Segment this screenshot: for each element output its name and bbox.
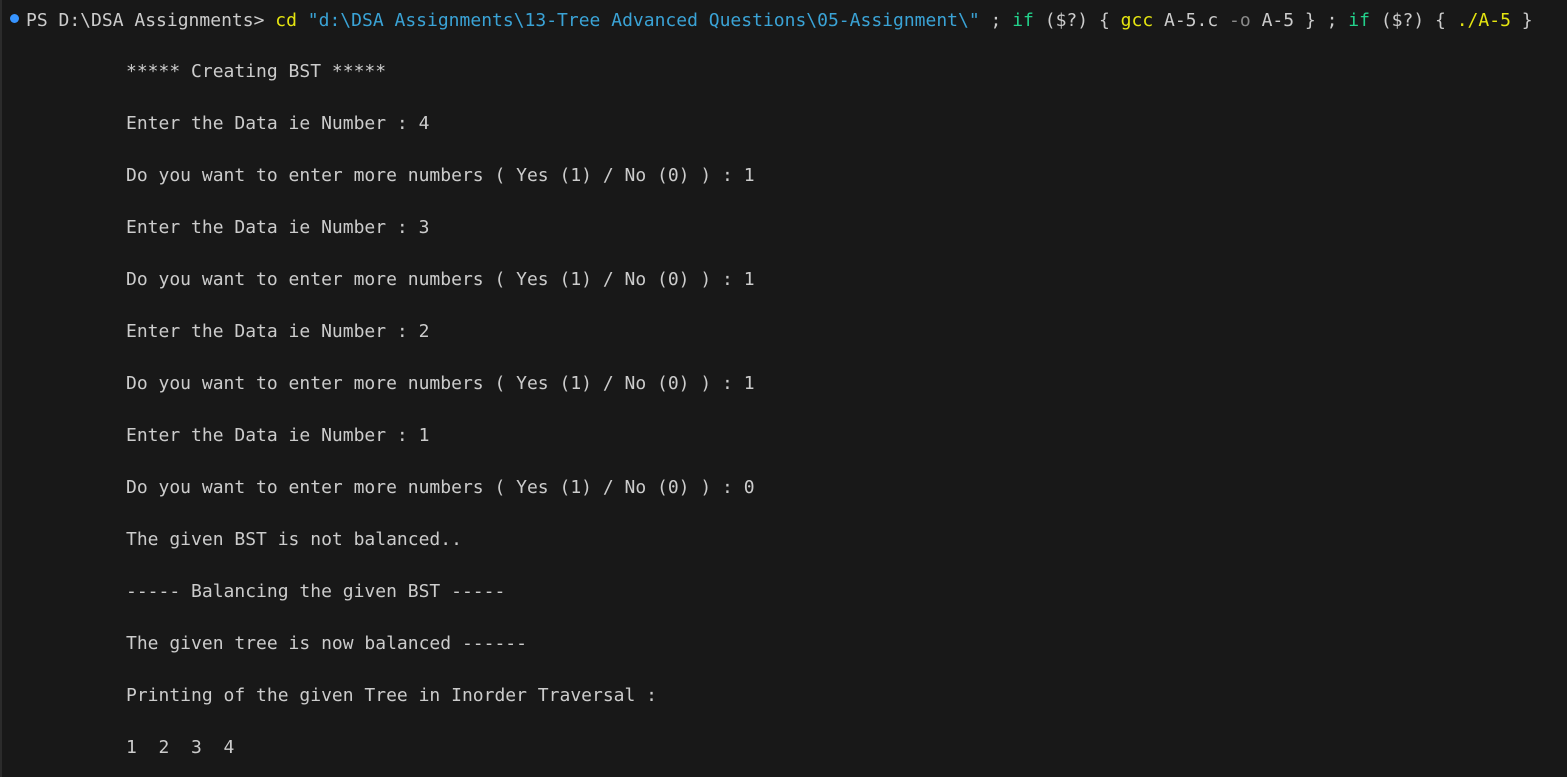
cmd-flag: -o [1229, 10, 1251, 31]
output-line: Do you want to enter more numbers ( Yes … [126, 269, 755, 290]
output-line: The given tree is now balanced ------ [126, 633, 527, 654]
output-line: Enter the Data ie Number : 4 [126, 113, 430, 134]
output-line: Printing of the given Tree in Inorder Tr… [126, 685, 658, 706]
command-status-dot-icon[interactable] [10, 13, 19, 23]
output-line: The given BST is not balanced.. [126, 529, 462, 550]
cmd-path: "d:\DSA Assignments\13-Tree Advanced Que… [307, 10, 980, 31]
cmd-cd: cd [275, 10, 297, 31]
cmd-brace: { [1435, 10, 1446, 31]
cmd-gcc: gcc [1120, 10, 1154, 31]
output-line: Do you want to enter more numbers ( Yes … [126, 373, 755, 394]
output-line: Enter the Data ie Number : 3 [126, 217, 430, 238]
cmd-brace: } [1304, 10, 1316, 31]
output-line: Enter the Data ie Number : 1 [126, 425, 430, 446]
program-output: ***** Creating BST ***** Enter the Data … [126, 59, 755, 777]
cmd-run: ./A-5 [1456, 10, 1511, 31]
command-line: PS D:\DSA Assignments> cd "d:\DSA Assign… [10, 8, 1533, 34]
cmd-cond: ($?) [1044, 10, 1089, 31]
terminal-panel[interactable]: PS D:\DSA Assignments> cd "d:\DSA Assign… [0, 0, 1567, 777]
cmd-src: A-5.c [1164, 10, 1219, 31]
cmd-brace: } [1521, 10, 1533, 31]
output-line: 1 2 3 4 [126, 737, 235, 758]
output-line: ----- Balancing the given BST ----- [126, 581, 506, 602]
terminal-left-border [0, 0, 2, 777]
cmd-sep: ; [1326, 10, 1338, 31]
cmd-if: if [1348, 10, 1370, 31]
cmd-if: if [1012, 10, 1034, 31]
prompt: PS D:\DSA Assignments> [26, 10, 265, 31]
output-line: Do you want to enter more numbers ( Yes … [126, 165, 755, 186]
output-line: Do you want to enter more numbers ( Yes … [126, 477, 755, 498]
output-line: ***** Creating BST ***** [126, 61, 387, 82]
cmd-out: A-5 [1261, 10, 1295, 31]
output-line: Enter the Data ie Number : 2 [126, 321, 430, 342]
cmd-brace: { [1098, 10, 1110, 31]
cmd-cond: ($?) [1380, 10, 1425, 31]
cmd-sep: ; [990, 10, 1002, 31]
